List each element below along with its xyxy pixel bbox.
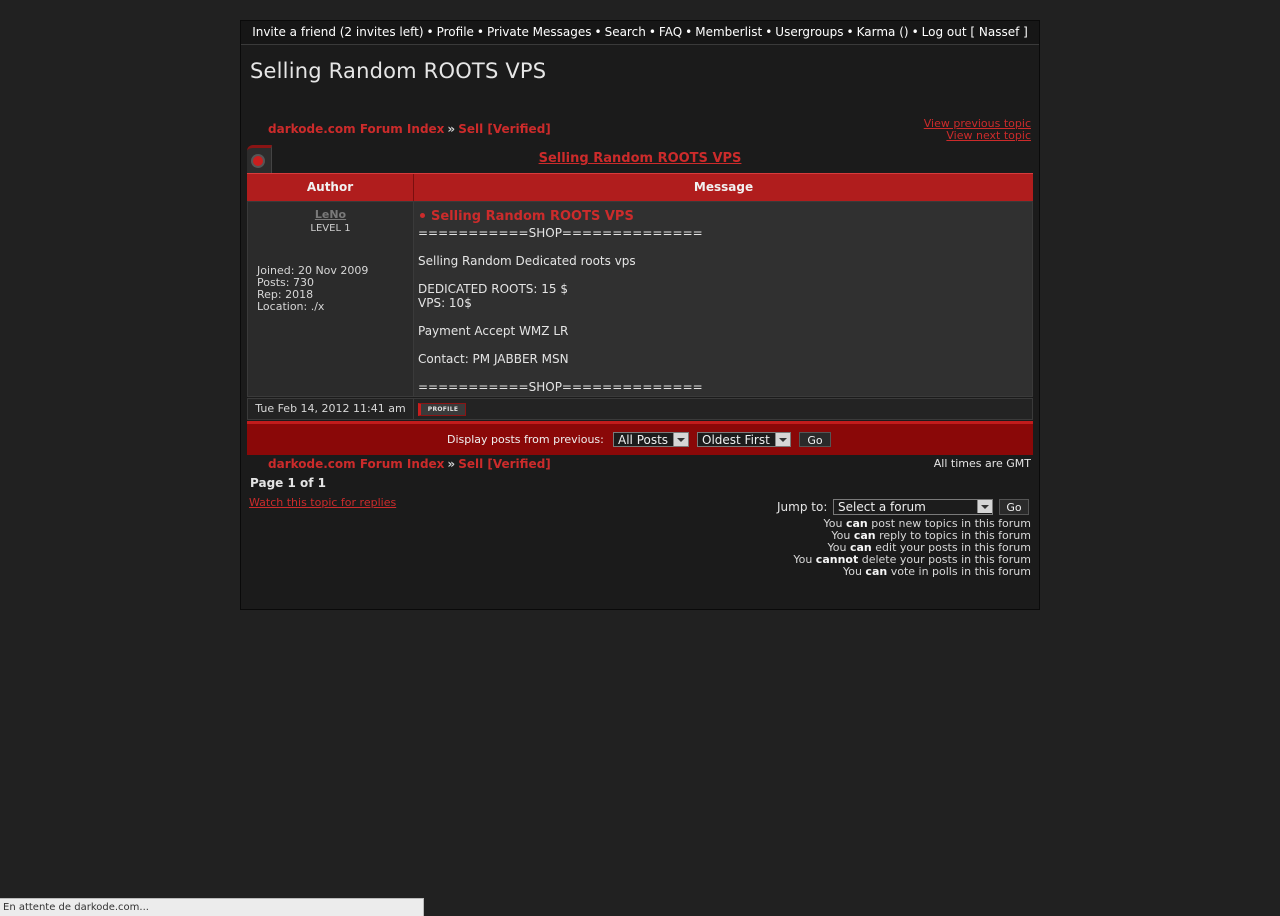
jump-to-label: Jump to: bbox=[777, 500, 828, 514]
post-subject: Selling Random ROOTS VPS bbox=[418, 209, 634, 224]
nav-separator: • bbox=[476, 25, 484, 39]
breadcrumb-separator: » bbox=[447, 457, 456, 471]
breadcrumb-forum-link[interactable]: Sell [Verified] bbox=[458, 457, 551, 471]
author-name: LeNo bbox=[248, 208, 413, 221]
chevron-down-icon bbox=[977, 500, 992, 513]
next-topic-link[interactable]: View next topic bbox=[924, 130, 1031, 142]
author-level: LEVEL 1 bbox=[310, 223, 351, 234]
post-bullet-icon bbox=[420, 213, 425, 218]
timezone-note: All times are GMT bbox=[933, 457, 1031, 470]
author-location: Location: ./x bbox=[257, 300, 325, 313]
display-filter-label: Display posts from previous: bbox=[447, 433, 604, 446]
message-cell: Selling Random ROOTS VPS ===========SHOP… bbox=[413, 201, 1033, 397]
table-header: Author Message bbox=[247, 173, 1033, 201]
forum-container: Invite a friend (2 invites left) • Profile… bbox=[240, 20, 1040, 610]
author-cell: LeNo LEVEL 1 Joined: 20 Nov 2009 Posts: … bbox=[247, 201, 414, 397]
author-stats: Joined: 20 Nov 2009 Posts: 730 Rep: 2018… bbox=[257, 265, 368, 313]
post-footer: Tue Feb 14, 2012 11:41 am PROFILE bbox=[247, 398, 1033, 420]
browser-status-bar: En attente de darkode.com... bbox=[0, 898, 424, 916]
nav-faq-link[interactable]: FAQ bbox=[659, 25, 682, 39]
nav-separator: • bbox=[685, 25, 693, 39]
forum-permissions: You can post new topics in this forum Yo… bbox=[793, 518, 1031, 578]
chevron-down-icon bbox=[775, 433, 790, 446]
nav-separator: • bbox=[426, 25, 434, 39]
permission-prefix: You bbox=[842, 565, 866, 578]
breadcrumb-bottom: darkode.com Forum Index» Sell [Verified] bbox=[268, 457, 551, 471]
display-filter-bar: Display posts from previous: All Posts O… bbox=[247, 421, 1033, 455]
permission-verb: can bbox=[865, 565, 888, 578]
nav-separator: • bbox=[648, 25, 656, 39]
watch-topic: Watch this topic for replies bbox=[249, 496, 396, 509]
post-row: LeNo LEVEL 1 Joined: 20 Nov 2009 Posts: … bbox=[247, 201, 1033, 397]
nav-usergroups-link[interactable]: Usergroups bbox=[775, 25, 843, 39]
topic-nav: View previous topic View next topic bbox=[924, 118, 1031, 142]
post-actions: PROFILE bbox=[413, 398, 1033, 420]
nav-separator: • bbox=[846, 25, 854, 39]
page-title: Selling Random ROOTS VPS bbox=[250, 59, 547, 83]
jump-forum-select[interactable]: Select a forum bbox=[833, 499, 993, 515]
jump-forum-value: Select a forum bbox=[838, 500, 926, 514]
post-range-select[interactable]: All Posts bbox=[613, 432, 689, 447]
nav-profile-link[interactable]: Profile bbox=[437, 25, 474, 39]
nav-invite-link[interactable]: Invite a friend (2 invites left) bbox=[252, 25, 423, 39]
nav-separator: • bbox=[594, 25, 602, 39]
post-range-value: All Posts bbox=[618, 433, 669, 447]
author-column-header: Author bbox=[247, 174, 414, 201]
nav-karma-link[interactable]: Karma () bbox=[857, 25, 909, 39]
nav-memberlist-link[interactable]: Memberlist bbox=[695, 25, 762, 39]
post-order-value: Oldest First bbox=[702, 433, 770, 447]
nav-logout-link[interactable]: Log out [ Nassef ] bbox=[922, 25, 1028, 39]
permission-line: You can vote in polls in this forum bbox=[793, 566, 1031, 578]
permission-prefix: You bbox=[793, 553, 816, 566]
watch-topic-link[interactable]: Watch this topic for replies bbox=[249, 496, 396, 509]
topic-title: Selling Random ROOTS VPS bbox=[247, 151, 1033, 166]
nav-search-link[interactable]: Search bbox=[605, 25, 646, 39]
profile-button[interactable]: PROFILE bbox=[418, 403, 466, 416]
breadcrumb-forum-link[interactable]: Sell [Verified] bbox=[458, 122, 551, 136]
chevron-down-icon bbox=[673, 433, 688, 446]
breadcrumb-separator: » bbox=[447, 122, 456, 136]
permission-text: vote in polls in this forum bbox=[887, 565, 1031, 578]
post-table: Selling Random ROOTS VPS Author Message … bbox=[247, 145, 1033, 421]
post-subject-text: Selling Random ROOTS VPS bbox=[431, 209, 634, 224]
message-column-header: Message bbox=[693, 180, 754, 194]
breadcrumb: darkode.com Forum Index» Sell [Verified] bbox=[268, 122, 551, 136]
nav-pm-link[interactable]: Private Messages bbox=[487, 25, 592, 39]
jump-go-button[interactable]: Go bbox=[999, 499, 1029, 515]
top-nav: Invite a friend (2 invites left) • Profile… bbox=[241, 21, 1039, 45]
topic-title-link[interactable]: Selling Random ROOTS VPS bbox=[539, 151, 742, 166]
nav-separator: • bbox=[911, 25, 919, 39]
post-order-select[interactable]: Oldest First bbox=[697, 432, 791, 447]
page-number: Page 1 of 1 bbox=[250, 476, 326, 490]
author-name-link[interactable]: LeNo bbox=[315, 208, 346, 221]
nav-separator: • bbox=[765, 25, 773, 39]
post-body: ===========SHOP============== Selling Ra… bbox=[418, 226, 703, 394]
breadcrumb-index-link[interactable]: darkode.com Forum Index bbox=[268, 457, 444, 471]
filter-go-button[interactable]: Go bbox=[799, 432, 831, 447]
breadcrumb-index-link[interactable]: darkode.com Forum Index bbox=[268, 122, 444, 136]
post-date: Tue Feb 14, 2012 11:41 am bbox=[247, 398, 414, 420]
